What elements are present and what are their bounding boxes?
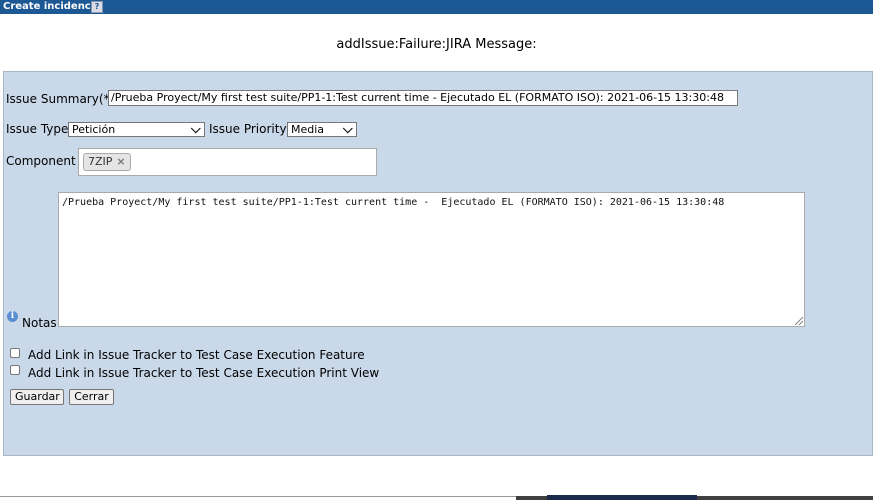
component-label: Component	[6, 154, 76, 168]
resize-grip-icon[interactable]	[795, 317, 803, 325]
link-feature-checkbox[interactable]	[10, 348, 20, 358]
notes-textarea[interactable]: /Prueba Proyect/My first test suite/PP1-…	[58, 192, 805, 327]
component-input[interactable]: 7ZIP ×	[78, 148, 377, 176]
notes-text: /Prueba Proyect/My first test suite/PP1-…	[62, 197, 725, 208]
issue-summary-input[interactable]: /Prueba Proyect/My first test suite/PP1-…	[108, 90, 738, 106]
issue-type-label: Issue Type	[6, 122, 69, 136]
chevron-down-icon	[190, 123, 201, 134]
info-icon: i	[7, 311, 18, 322]
issue-priority-value: Media	[291, 123, 325, 136]
issue-summary-label: Issue Summary(*)	[6, 92, 115, 106]
issue-priority-select[interactable]: Media	[287, 122, 357, 137]
link-print-view-checkbox[interactable]	[10, 365, 20, 375]
page-heading: addIssue:Failure:JIRA Message:	[336, 37, 537, 52]
issue-priority-label: Issue Priority	[209, 122, 287, 136]
save-button[interactable]: Guardar	[10, 389, 64, 405]
remove-tag-icon[interactable]: ×	[116, 155, 125, 168]
issue-type-value: Petición	[72, 123, 116, 136]
link-feature-label: Add Link in Issue Tracker to Test Case E…	[28, 348, 365, 362]
cancel-button[interactable]: Cerrar	[69, 389, 114, 405]
window-title: Create incidencia	[3, 1, 101, 12]
issue-type-select[interactable]: Petición	[68, 122, 205, 137]
help-icon[interactable]: ?	[91, 1, 103, 13]
component-tag-label: 7ZIP	[88, 155, 113, 168]
component-tag: 7ZIP ×	[83, 153, 131, 171]
chevron-down-icon	[342, 123, 353, 134]
link-print-view-label: Add Link in Issue Tracker to Test Case E…	[28, 366, 380, 380]
notes-label: Notas	[22, 316, 57, 330]
background-window-strip	[547, 495, 697, 500]
window-titlebar: Create incidencia ?	[0, 0, 873, 14]
